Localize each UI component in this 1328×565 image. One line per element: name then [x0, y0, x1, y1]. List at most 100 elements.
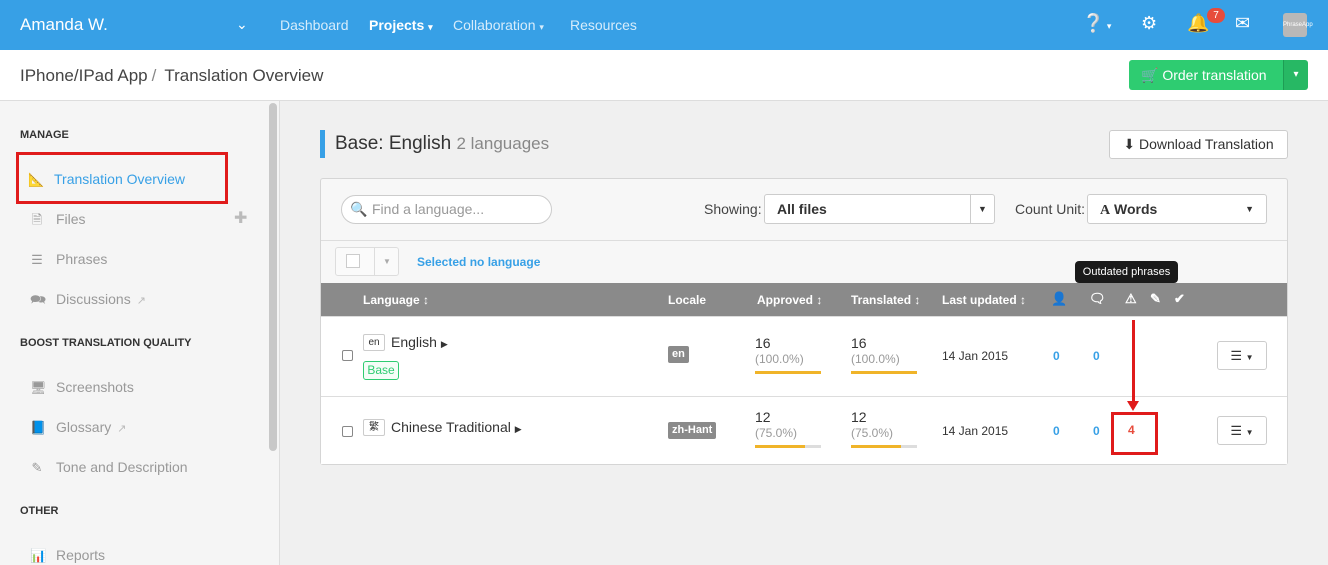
- order-translation-button[interactable]: 🛒 Order translation: [1129, 60, 1283, 90]
- sidebar-heading-other: OTHER: [20, 505, 59, 517]
- selection-status: Selected no language: [417, 255, 541, 269]
- file-icon: 🗎: [31, 212, 43, 227]
- table-row: en English ▶ Base en 16 (100.0%) 16 (100…: [321, 316, 1287, 396]
- column-last-updated[interactable]: Last updated ↕: [942, 293, 1026, 307]
- language-link[interactable]: English ▶: [391, 334, 448, 350]
- sidebar: MANAGE 📐 Translation Overview 🗎 Files ✚ ☰ P…: [0, 101, 280, 565]
- breadcrumb-project[interactable]: IPhone/IPad App: [20, 66, 148, 85]
- chevron-down-icon[interactable]: ⌄: [236, 16, 248, 33]
- page-header: IPhone/IPad App / Translation Overview 🛒 O…: [0, 50, 1328, 101]
- cart-icon: 🛒: [1141, 67, 1159, 83]
- order-dropdown-toggle[interactable]: ▾: [1283, 60, 1308, 90]
- title-accent: [320, 130, 325, 158]
- sidebar-item-tone[interactable]: ✎ Tone and Description: [30, 459, 188, 476]
- annotation-arrow-line: [1132, 320, 1135, 405]
- translate-icon: 📐: [28, 172, 45, 187]
- translated-percent: (75.0%): [851, 426, 894, 440]
- last-updated: 14 Jan 2015: [942, 424, 1009, 438]
- top-navbar: Amanda W. ⌄ Dashboard Projects ▾ Collabo…: [0, 0, 1328, 50]
- table-header: Language ↕ Locale Approved ↕ Translated …: [321, 283, 1287, 316]
- sidebar-item-discussions[interactable]: 🗪 Discussions ↗: [30, 291, 146, 313]
- approved-progress: [755, 445, 821, 448]
- column-locale: Locale: [668, 293, 707, 307]
- files-select[interactable]: All files ▼: [764, 194, 995, 224]
- external-link-icon: ↗: [136, 295, 146, 307]
- language-link[interactable]: Chinese Traditional ▶: [391, 419, 522, 435]
- user-menu[interactable]: Amanda W.: [20, 15, 108, 35]
- pencil-icon: ✎: [1150, 291, 1161, 306]
- row-actions-button[interactable]: ☰ ▼: [1217, 341, 1267, 370]
- section-title: Base: English 2 languages: [335, 133, 550, 154]
- notification-badge: 7: [1207, 8, 1225, 23]
- help-icon[interactable]: ❔ ▾: [1082, 13, 1111, 34]
- sidebar-item-screenshots[interactable]: 🖥 Screenshots: [30, 379, 134, 396]
- check-icon: ✔: [1174, 291, 1185, 306]
- approved-progress: [755, 371, 821, 374]
- sidebar-item-glossary[interactable]: 📘 Glossary ↗: [30, 419, 126, 436]
- approved-count: 16: [755, 335, 771, 351]
- comment-icon: 🗨: [1089, 291, 1106, 306]
- column-language[interactable]: Language ↕: [363, 293, 429, 307]
- download-icon: ⬇: [1123, 136, 1136, 152]
- nav-resources[interactable]: Resources: [570, 17, 637, 33]
- nav-dashboard[interactable]: Dashboard: [280, 17, 349, 33]
- chevron-down-icon: ▼: [970, 195, 994, 223]
- nav-projects[interactable]: Projects ▾: [369, 17, 433, 33]
- column-translated[interactable]: Translated ↕: [851, 293, 920, 307]
- pencil-icon: ✎: [31, 460, 43, 475]
- users-count[interactable]: 0: [1053, 349, 1060, 363]
- avatar[interactable]: PhraseApp: [1283, 13, 1313, 37]
- download-translation-button[interactable]: ⬇ Download Translation: [1109, 130, 1288, 159]
- search-icon: 🔍: [350, 201, 368, 217]
- translated-progress: [851, 371, 917, 374]
- count-unit-select[interactable]: A Words ▼: [1087, 194, 1267, 224]
- comments-icon: 🗪: [30, 292, 47, 307]
- translated-count: 16: [851, 335, 867, 351]
- user-icon: 👤: [1051, 291, 1068, 306]
- search-input[interactable]: [372, 201, 542, 217]
- language-search[interactable]: 🔍: [341, 195, 552, 224]
- translated-count: 12: [851, 409, 867, 425]
- chart-icon: 📊: [30, 548, 47, 563]
- translated-percent: (100.0%): [851, 352, 900, 366]
- approved-percent: (100.0%): [755, 352, 804, 366]
- sidebar-item-reports[interactable]: 📊 Reports: [30, 547, 105, 564]
- comments-count[interactable]: 0: [1093, 424, 1100, 438]
- count-unit-label: Count Unit:: [1015, 201, 1086, 217]
- translated-progress: [851, 445, 917, 448]
- approved-percent: (75.0%): [755, 426, 798, 440]
- locale-badge: zh-Hant: [668, 422, 717, 439]
- row-checkbox[interactable]: [342, 426, 353, 437]
- nav-collaboration[interactable]: Collaboration ▾: [453, 17, 544, 33]
- approved-count: 12: [755, 409, 771, 425]
- font-icon: A: [1100, 203, 1111, 218]
- page-title: Translation Overview: [164, 66, 324, 85]
- row-actions-button[interactable]: ☰ ▼: [1217, 416, 1267, 445]
- flag-icon: 繁: [363, 419, 385, 436]
- sidebar-scrollbar[interactable]: [269, 103, 277, 451]
- gear-icon[interactable]: ⚙: [1141, 13, 1157, 34]
- envelope-icon[interactable]: ✉: [1235, 13, 1250, 34]
- menu-icon: ☰: [1230, 348, 1243, 363]
- locale-badge: en: [668, 346, 689, 363]
- row-checkbox[interactable]: [342, 350, 353, 361]
- column-approved[interactable]: Approved ↕: [757, 293, 822, 307]
- annotation-highlight-box: [1111, 412, 1158, 455]
- book-icon: 📘: [30, 420, 47, 435]
- select-all-checkbox-group[interactable]: ▼: [335, 247, 399, 276]
- sidebar-item-phrases[interactable]: ☰ Phrases: [30, 251, 107, 268]
- list-icon: ☰: [31, 252, 43, 267]
- comments-count[interactable]: 0: [1093, 349, 1100, 363]
- sidebar-item-translation-overview[interactable]: 📐 Translation Overview: [28, 171, 185, 188]
- tooltip: Outdated phrases: [1075, 261, 1178, 288]
- showing-label: Showing:: [704, 201, 762, 217]
- last-updated: 14 Jan 2015: [942, 349, 1009, 363]
- sidebar-heading-quality: BOOST TRANSLATION QUALITY: [20, 337, 192, 349]
- users-count[interactable]: 0: [1053, 424, 1060, 438]
- monitor-icon: 🖥: [30, 380, 47, 395]
- base-badge: Base: [363, 361, 399, 380]
- sidebar-item-files[interactable]: 🗎 Files: [30, 211, 86, 233]
- add-file-icon[interactable]: ✚: [234, 208, 247, 228]
- warning-icon: ⚠: [1125, 291, 1137, 306]
- menu-icon: ☰: [1230, 423, 1243, 438]
